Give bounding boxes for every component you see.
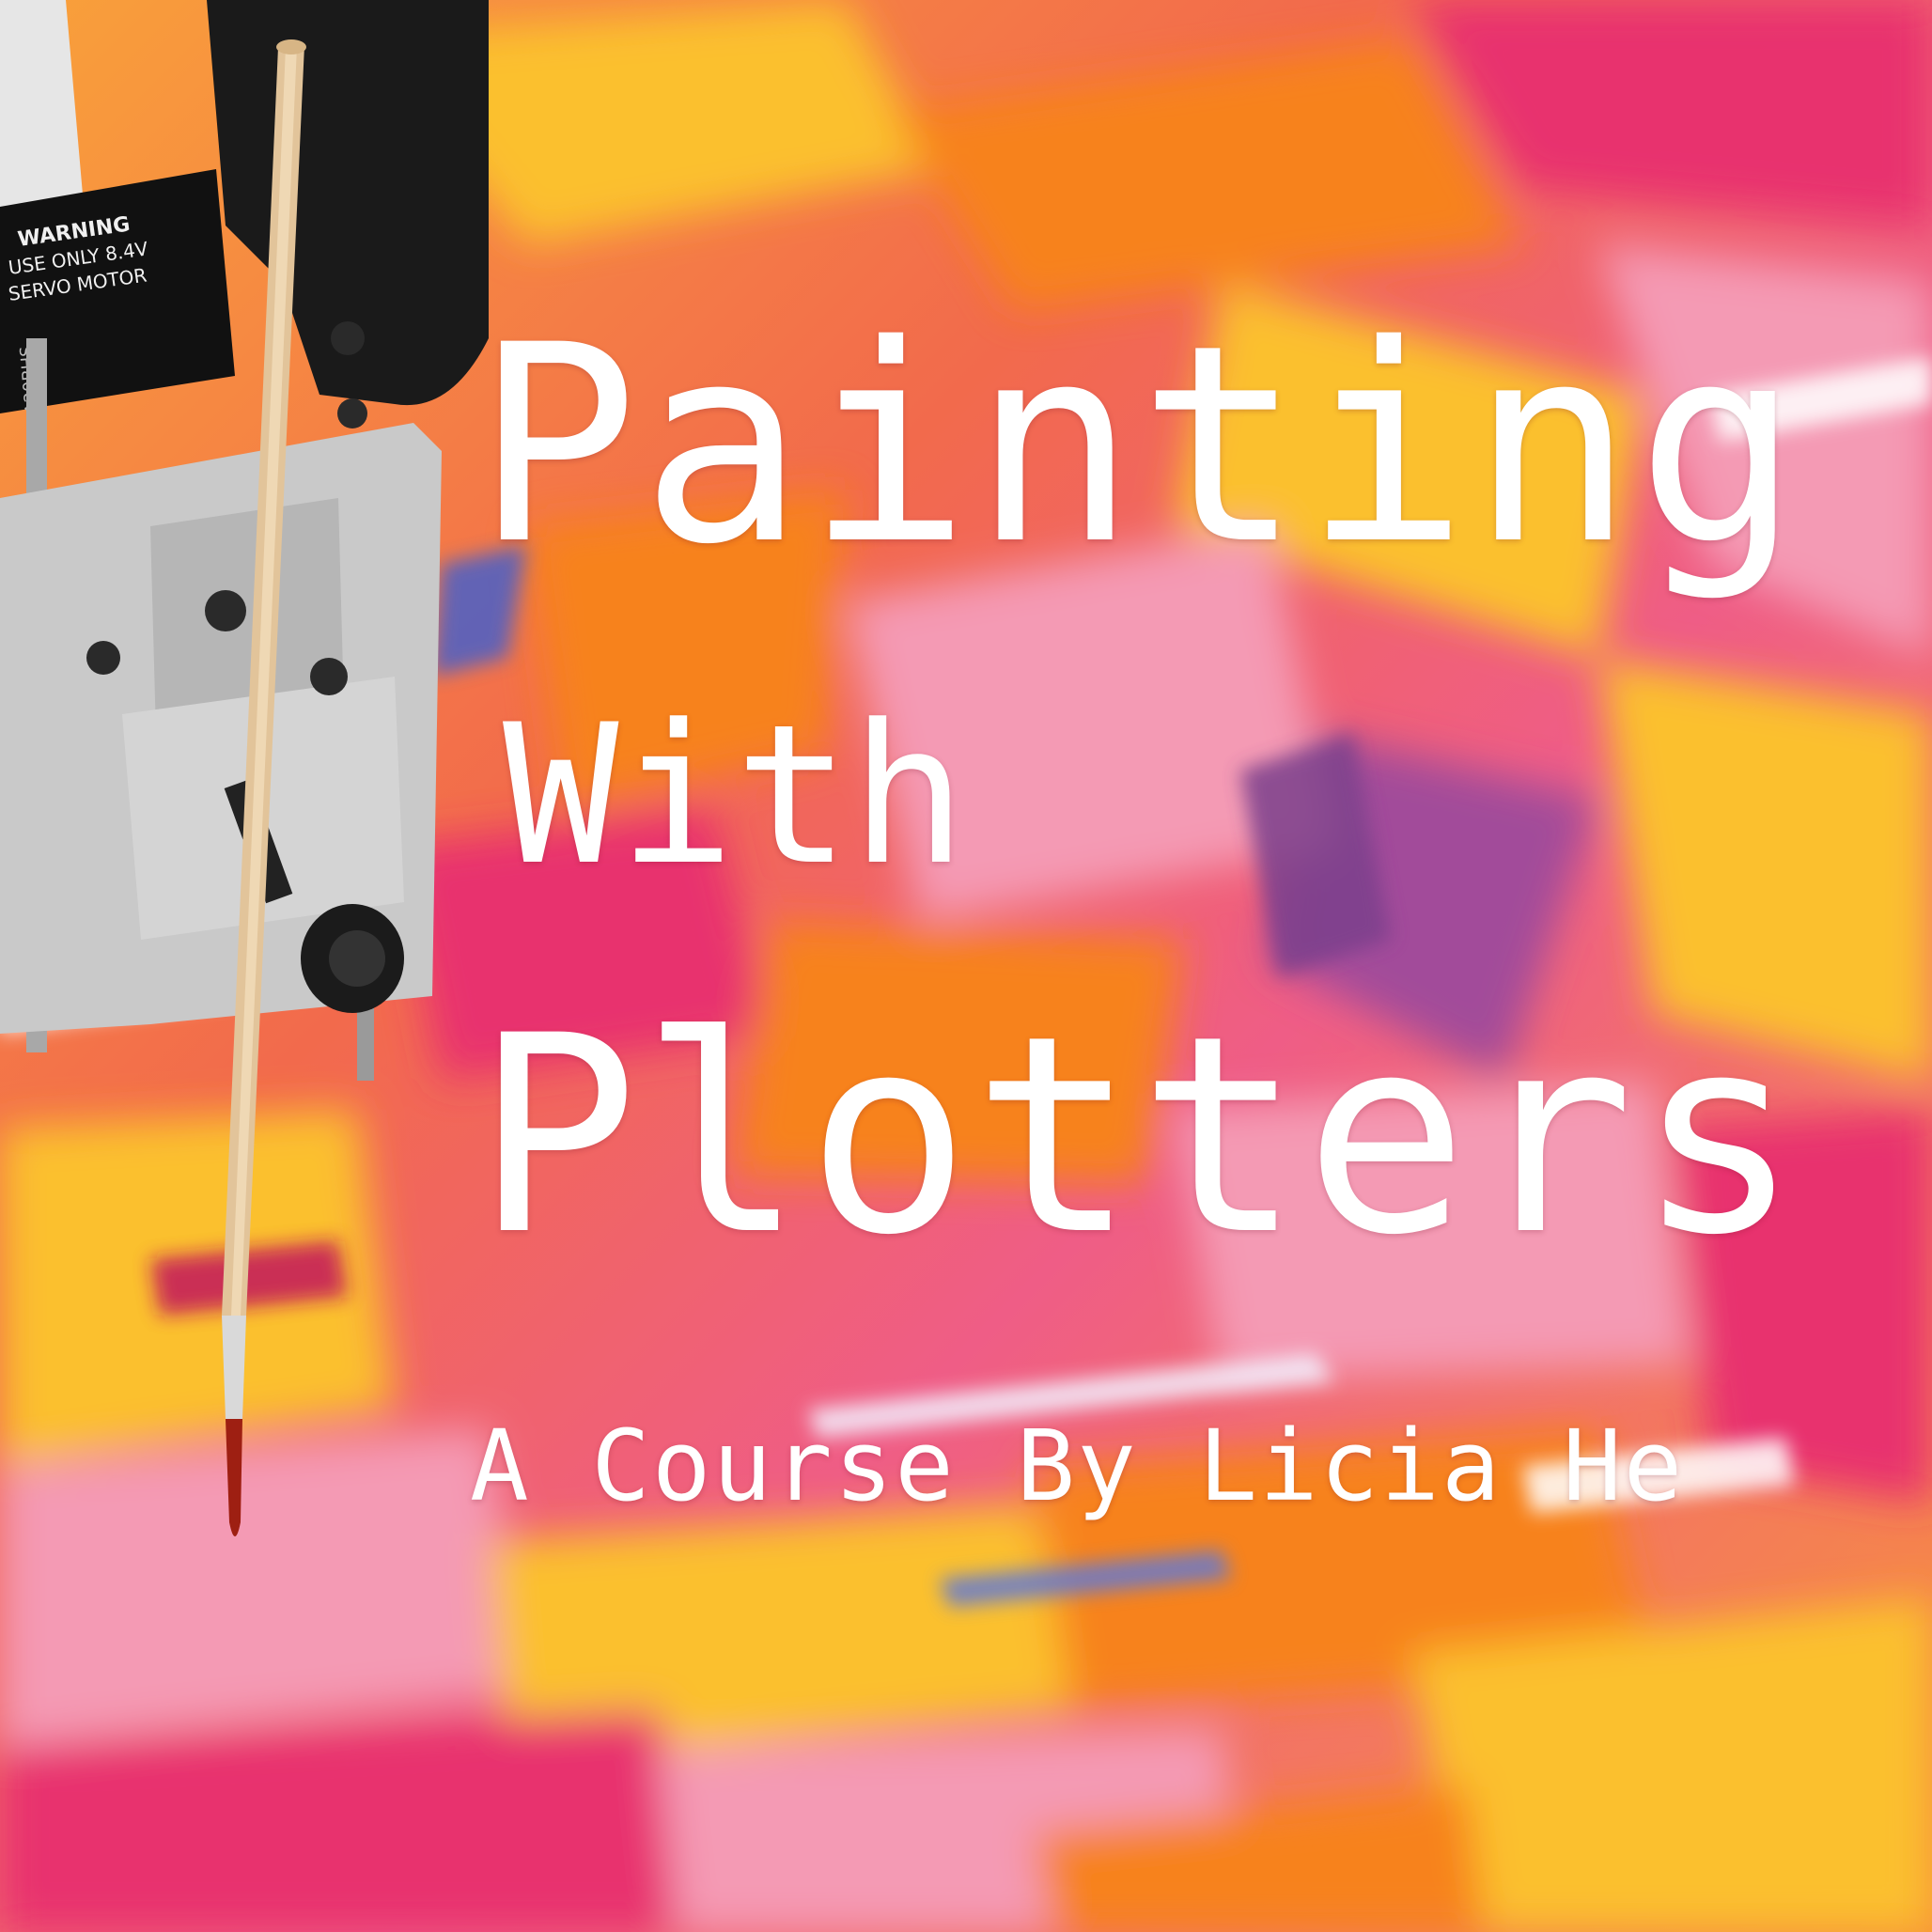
course-credit: A Course By Licia He [470,1409,1685,1523]
course-poster: WARNING USE ONLY 8.4V SERVO MOTOR A20BHS… [0,0,1932,1932]
title-line-with: With [503,684,967,908]
title-line-painting: Painting [475,288,1802,604]
pen-plotter-arm-icon: WARNING USE ONLY 8.4V SERVO MOTOR A20BHS [0,0,489,1536]
title-line-plotters: Plotters [475,978,1802,1295]
